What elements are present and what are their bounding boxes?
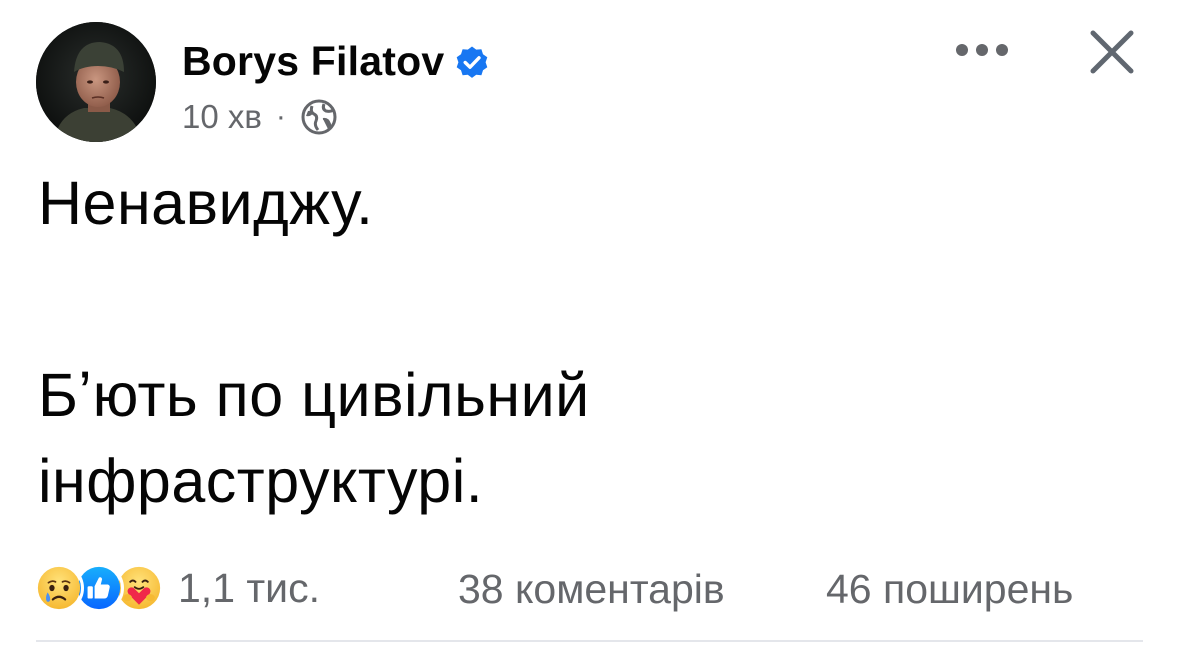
divider — [36, 640, 1143, 642]
reaction-count[interactable]: 1,1 тис. — [178, 565, 320, 612]
post-timestamp[interactable]: 10 хв — [182, 98, 262, 136]
author-avatar[interactable] — [36, 22, 156, 142]
close-icon[interactable] — [1084, 24, 1140, 80]
verified-badge-icon — [454, 44, 490, 80]
shares-count[interactable]: 46 поширень — [826, 566, 1073, 613]
more-dot — [956, 44, 968, 56]
post-meta: 10 хв · — [182, 98, 338, 136]
reactions-summary[interactable]: 1,1 тис. — [34, 560, 320, 616]
author-name[interactable]: Borys Filatov — [182, 38, 444, 85]
globe-icon[interactable] — [300, 98, 338, 136]
sad-reaction-icon — [34, 563, 84, 613]
meta-separator: · — [275, 100, 286, 133]
post-text-line: Ненавиджу. — [38, 169, 374, 237]
more-dot — [996, 44, 1008, 56]
post-text-line: інфраструктурі. — [38, 447, 484, 515]
facebook-post: Borys Filatov 10 хв · Ненавиджу. Бʼють п… — [0, 0, 1179, 651]
author-name-row[interactable]: Borys Filatov — [182, 38, 490, 85]
comments-count[interactable]: 38 коментарів — [458, 566, 725, 613]
more-options-icon[interactable] — [952, 30, 1012, 70]
more-dot — [976, 44, 988, 56]
post-text-line: Бʼють по цивільний — [38, 361, 590, 429]
